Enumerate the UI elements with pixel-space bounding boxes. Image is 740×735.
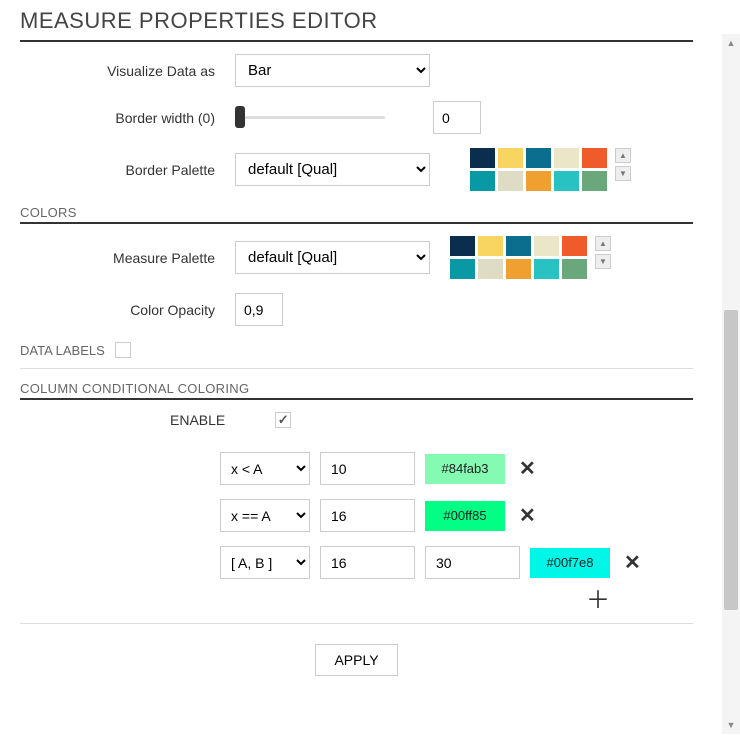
chevron-up-icon[interactable]: ▲ xyxy=(722,34,740,52)
swatch xyxy=(582,171,607,191)
scrollbar-thumb[interactable] xyxy=(724,310,738,610)
ccc-enable-checkbox[interactable] xyxy=(275,412,291,428)
swatch xyxy=(506,236,531,256)
swatch xyxy=(478,236,503,256)
border-palette-select[interactable]: default [Qual] xyxy=(235,153,430,186)
swatch xyxy=(498,171,523,191)
swatch xyxy=(562,236,587,256)
border-width-slider[interactable] xyxy=(235,116,385,119)
swatch xyxy=(562,259,587,279)
divider xyxy=(20,222,693,224)
divider xyxy=(20,40,693,42)
border-palette-stepper: ▲ ▼ xyxy=(615,148,631,181)
slider-thumb[interactable] xyxy=(235,106,245,128)
border-palette-label: Border Palette xyxy=(20,162,235,178)
chevron-down-icon[interactable]: ▼ xyxy=(722,716,740,734)
colors-section-label: COLORS xyxy=(20,205,693,220)
ccc-op-select[interactable]: x < A xyxy=(220,452,310,485)
close-icon[interactable]: ✕ xyxy=(515,506,540,526)
ccc-value-a[interactable] xyxy=(320,499,415,532)
color-opacity-input[interactable] xyxy=(235,293,283,326)
ccc-color-chip[interactable]: #84fab3 xyxy=(425,454,505,484)
chevron-up-icon[interactable]: ▲ xyxy=(615,148,631,163)
border-width-input[interactable] xyxy=(433,101,481,134)
measure-palette-stepper: ▲ ▼ xyxy=(595,236,611,269)
ccc-value-a[interactable] xyxy=(320,452,415,485)
swatch xyxy=(498,148,523,168)
ccc-color-chip[interactable]: #00f7e8 xyxy=(530,548,610,578)
swatch xyxy=(470,148,495,168)
close-icon[interactable]: ✕ xyxy=(620,553,645,573)
border-palette-swatches xyxy=(470,148,607,191)
ccc-enable-label: ENABLE xyxy=(170,412,225,428)
data-labels-label: DATA LABELS xyxy=(20,343,105,358)
swatch xyxy=(470,171,495,191)
swatch xyxy=(478,259,503,279)
divider xyxy=(20,368,693,369)
apply-button[interactable]: APPLY xyxy=(315,644,397,676)
swatch xyxy=(554,171,579,191)
measure-palette-label: Measure Palette xyxy=(20,250,235,266)
ccc-row: x < A #84fab3 ✕ xyxy=(220,452,693,485)
ccc-op-select[interactable]: x == A xyxy=(220,499,310,532)
data-labels-checkbox[interactable] xyxy=(115,342,131,358)
visualize-select[interactable]: Bar xyxy=(235,54,430,87)
measure-palette-select[interactable]: default [Qual] xyxy=(235,241,430,274)
divider xyxy=(20,623,693,624)
scrollbar[interactable]: ▲ ▼ xyxy=(722,34,740,734)
chevron-down-icon[interactable]: ▼ xyxy=(595,254,611,269)
swatch xyxy=(450,259,475,279)
ccc-section-label: COLUMN CONDITIONAL COLORING xyxy=(20,381,693,396)
plus-icon[interactable]: ＋ xyxy=(580,589,693,613)
close-icon[interactable]: ✕ xyxy=(515,459,540,479)
measure-palette-swatches xyxy=(450,236,587,279)
ccc-value-a[interactable] xyxy=(320,546,415,579)
swatch xyxy=(534,259,559,279)
swatch xyxy=(526,171,551,191)
ccc-row: x == A #00ff85 ✕ xyxy=(220,499,693,532)
swatch xyxy=(534,236,559,256)
ccc-row: [ A, B ] #00f7e8 ✕ xyxy=(220,546,693,579)
ccc-color-chip[interactable]: #00ff85 xyxy=(425,501,505,531)
chevron-up-icon[interactable]: ▲ xyxy=(595,236,611,251)
visualize-label: Visualize Data as xyxy=(20,63,235,79)
divider xyxy=(20,398,693,400)
ccc-op-select[interactable]: [ A, B ] xyxy=(220,546,310,579)
color-opacity-label: Color Opacity xyxy=(20,302,235,318)
swatch xyxy=(506,259,531,279)
swatch xyxy=(582,148,607,168)
chevron-down-icon[interactable]: ▼ xyxy=(615,166,631,181)
swatch xyxy=(450,236,475,256)
border-width-label: Border width (0) xyxy=(20,110,235,126)
swatch xyxy=(526,148,551,168)
swatch xyxy=(554,148,579,168)
ccc-value-b[interactable] xyxy=(425,546,520,579)
page-title: MEASURE PROPERTIES EDITOR xyxy=(20,8,693,34)
